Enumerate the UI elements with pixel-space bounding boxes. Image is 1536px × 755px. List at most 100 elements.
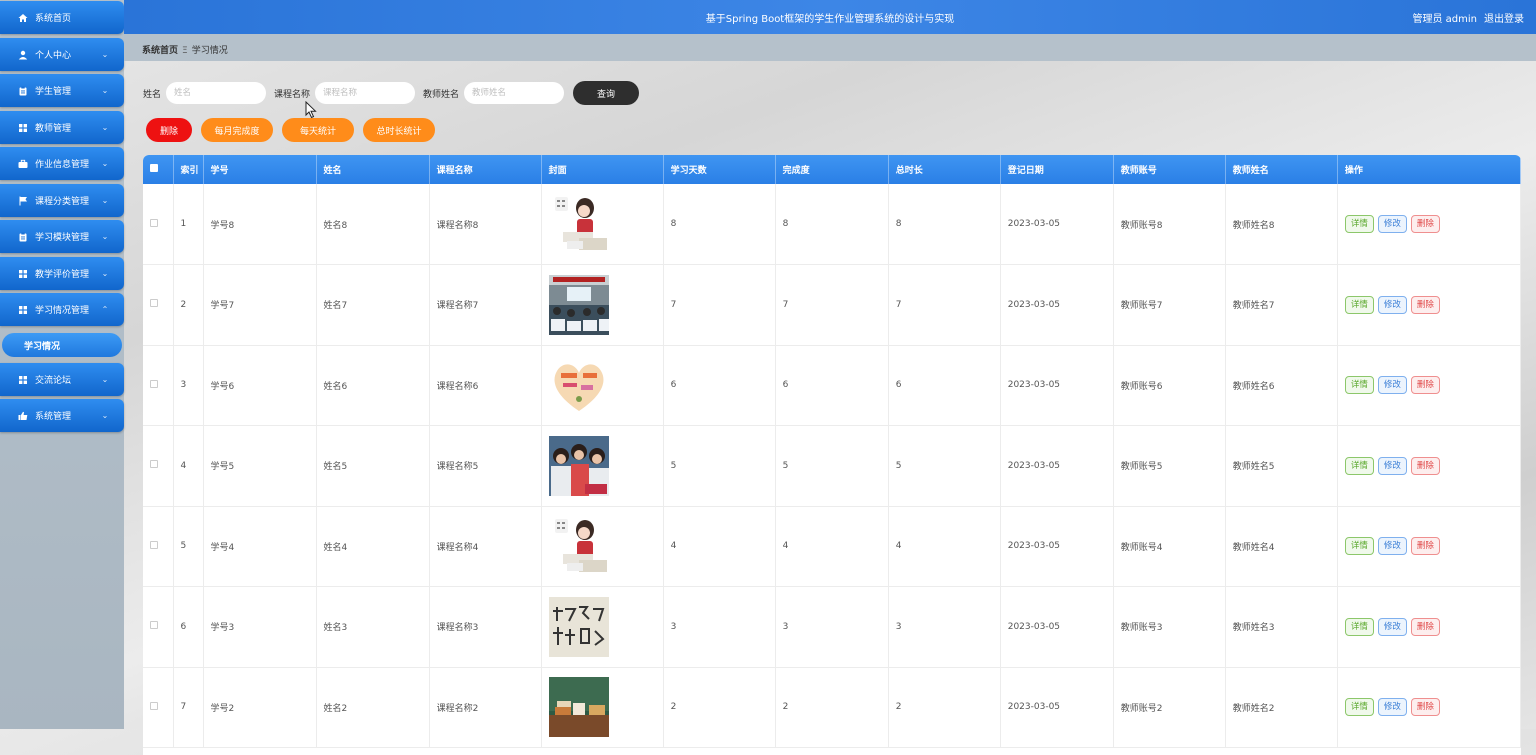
row-checkbox-cell[interactable] — [143, 184, 174, 265]
operations-cell: 详情 修改 删除 — [1337, 586, 1521, 668]
table-row: 3 学号6 姓名6 课程名称6 6 6 6 2023-03-05 教师账号6 教师姓名6 详情 修改删… — [143, 345, 1521, 426]
course-cell: 课程名称2 — [429, 667, 542, 748]
monthly-completion-button[interactable]: 每月完成度 — [201, 118, 273, 142]
sidebar-item-label: 教学评价管理 — [35, 270, 90, 280]
name-cell: 姓名5 — [316, 425, 430, 507]
detail-button[interactable]: 详情 — [1344, 617, 1374, 636]
sidebar-item-1[interactable]: 个人中心 ⌄ — [0, 38, 124, 71]
daily-stats-button[interactable]: 每天统计 — [282, 118, 354, 142]
cover-image — [548, 677, 663, 738]
column-header: 操作 — [1337, 155, 1521, 184]
sidebar-item-7[interactable]: 教学评价管理 ⌄ — [0, 257, 124, 290]
sidebar-item-label: 课程分类管理 — [35, 197, 90, 207]
sidebar-item-2[interactable]: 学生管理 ⌄ — [0, 74, 124, 107]
course-input[interactable] — [315, 82, 416, 104]
completion-cell: 5 — [775, 425, 889, 507]
detail-button[interactable]: 详情 — [1344, 537, 1374, 556]
delete-button[interactable]: 删除 — [1410, 537, 1440, 556]
teacher-account-cell: 教师账号8 — [1113, 184, 1226, 265]
row-checkbox-cell[interactable] — [143, 345, 174, 426]
sidebar-item-8[interactable]: 学习情况管理 ⌃ — [0, 293, 124, 326]
delete-button[interactable]: 删除 — [1410, 215, 1440, 233]
delete-button[interactable]: 删除 — [1410, 456, 1440, 475]
row-checkbox[interactable] — [150, 299, 158, 308]
duration-cell: 3 — [888, 586, 1001, 668]
sidebar-item-0[interactable]: 系统首页 — [0, 1, 124, 34]
delete-button[interactable]: 删除 — [1410, 617, 1440, 636]
delete-button[interactable]: 删除 — [1410, 376, 1440, 395]
cover-cell — [541, 264, 664, 346]
name-cell: 姓名7 — [316, 264, 430, 346]
edit-button[interactable]: 修改 — [1377, 617, 1407, 636]
teacher-input[interactable] — [464, 82, 565, 104]
row-checkbox[interactable] — [150, 218, 158, 227]
delete-button[interactable]: 删除 — [1410, 295, 1440, 314]
breadcrumb-root[interactable]: 系统首页 — [142, 46, 178, 56]
date-cell: 2023-03-05 — [1000, 586, 1114, 668]
row-checkbox-cell[interactable] — [143, 264, 174, 346]
days-cell: 4 — [663, 506, 776, 587]
sidebar-item-9[interactable]: 交流论坛 ⌄ — [0, 363, 124, 396]
row-checkbox-cell[interactable] — [143, 425, 174, 507]
mouse-cursor-icon — [305, 101, 317, 119]
row-checkbox[interactable] — [150, 621, 158, 630]
name-input[interactable] — [166, 82, 267, 104]
edit-button[interactable]: 修改 — [1377, 215, 1407, 233]
select-all-checkbox-cell[interactable] — [143, 155, 174, 184]
student-no-cell: 学号6 — [203, 345, 317, 426]
sidebar: 系统首页 个人中心 ⌄ 学生管理 ⌄ 教师管理 ⌄ 作业信息管理 ⌄ 课程分类管理 ⌄ 学习模块管理 ⌄… — [0, 0, 124, 729]
student-no-cell: 学号7 — [203, 264, 317, 346]
data-table: 索引 学号 姓名 课程名称 封面 学习天数 完成度 总时长 登记日期 教师账号 教师姓名 操作 1 学号… — [143, 155, 1521, 755]
query-button[interactable]: 查询 — [573, 81, 640, 105]
edit-button[interactable]: 修改 — [1377, 376, 1407, 395]
sidebar-item-label: 系统管理 — [35, 412, 72, 422]
edit-button[interactable]: 修改 — [1377, 698, 1407, 717]
sidebar-item-label: 作业信息管理 — [35, 160, 90, 170]
course-cell: 课程名称7 — [429, 264, 542, 346]
total-duration-button[interactable]: 总时长统计 — [363, 118, 435, 142]
edit-button[interactable]: 修改 — [1377, 295, 1407, 314]
row-checkbox-cell[interactable] — [143, 586, 174, 668]
sidebar-item-4[interactable]: 作业信息管理 ⌄ — [0, 147, 124, 180]
duration-cell: 7 — [888, 264, 1001, 346]
sidebar-item-3[interactable]: 教师管理 ⌄ — [0, 111, 124, 144]
column-header: 学习天数 — [663, 155, 776, 184]
cover-image — [548, 596, 663, 657]
breadcrumb-separator-icon: Ξ — [182, 46, 188, 56]
edit-button[interactable]: 修改 — [1377, 456, 1407, 475]
sidebar-subitem-study-status[interactable]: 学习情况 — [2, 333, 122, 357]
course-cell: 课程名称6 — [429, 345, 542, 426]
sidebar-item-5[interactable]: 课程分类管理 ⌄ — [0, 184, 124, 217]
row-checkbox-cell[interactable] — [143, 667, 174, 748]
top-bar: 基于Spring Boot框架的学生作业管理系统的设计与实现 管理员 admin… — [124, 0, 1536, 34]
cover-cell — [541, 345, 664, 426]
chevron-down-icon: ⌄ — [101, 375, 109, 384]
detail-button[interactable]: 详情 — [1344, 215, 1374, 233]
row-checkbox[interactable] — [150, 460, 158, 469]
name-cell: 姓名4 — [316, 506, 430, 587]
sidebar-item-10[interactable]: 系统管理 ⌄ — [0, 399, 124, 432]
detail-button[interactable]: 详情 — [1344, 698, 1374, 717]
row-checkbox[interactable] — [150, 701, 158, 710]
table-row: 1 学号8 姓名8 课程名称8 8 8 8 2023-03-05 教师账号8 教师姓名8 详情 修改删… — [143, 184, 1521, 265]
row-checkbox-cell[interactable] — [143, 506, 174, 587]
cover-image — [548, 435, 663, 496]
logout-link[interactable]: 退出登录 — [1484, 14, 1524, 25]
sidebar-item-6[interactable]: 学习模块管理 ⌄ — [0, 220, 124, 253]
chevron-up-icon: ⌃ — [101, 305, 109, 314]
teacher-name-cell: 教师姓名8 — [1225, 184, 1338, 265]
row-checkbox[interactable] — [150, 379, 158, 388]
detail-button[interactable]: 详情 — [1344, 295, 1374, 314]
batch-delete-button[interactable]: 删除 — [146, 118, 192, 142]
days-cell: 5 — [663, 425, 776, 507]
date-cell: 2023-03-05 — [1000, 425, 1114, 507]
detail-button[interactable]: 详情 — [1344, 456, 1374, 475]
row-checkbox[interactable] — [150, 540, 158, 549]
breadcrumb-bar: 系统首页 Ξ 学习情况 — [124, 34, 1536, 61]
detail-button[interactable]: 详情 — [1344, 376, 1374, 395]
edit-button[interactable]: 修改 — [1377, 537, 1407, 556]
select-all-checkbox[interactable] — [150, 164, 158, 172]
date-cell: 2023-03-05 — [1000, 184, 1114, 265]
table-row: 7 学号2 姓名2 课程名称2 2 2 2 2023-03-05 教师账号2 教师姓名2 详情 修改删… — [143, 667, 1521, 748]
delete-button[interactable]: 删除 — [1410, 698, 1440, 717]
